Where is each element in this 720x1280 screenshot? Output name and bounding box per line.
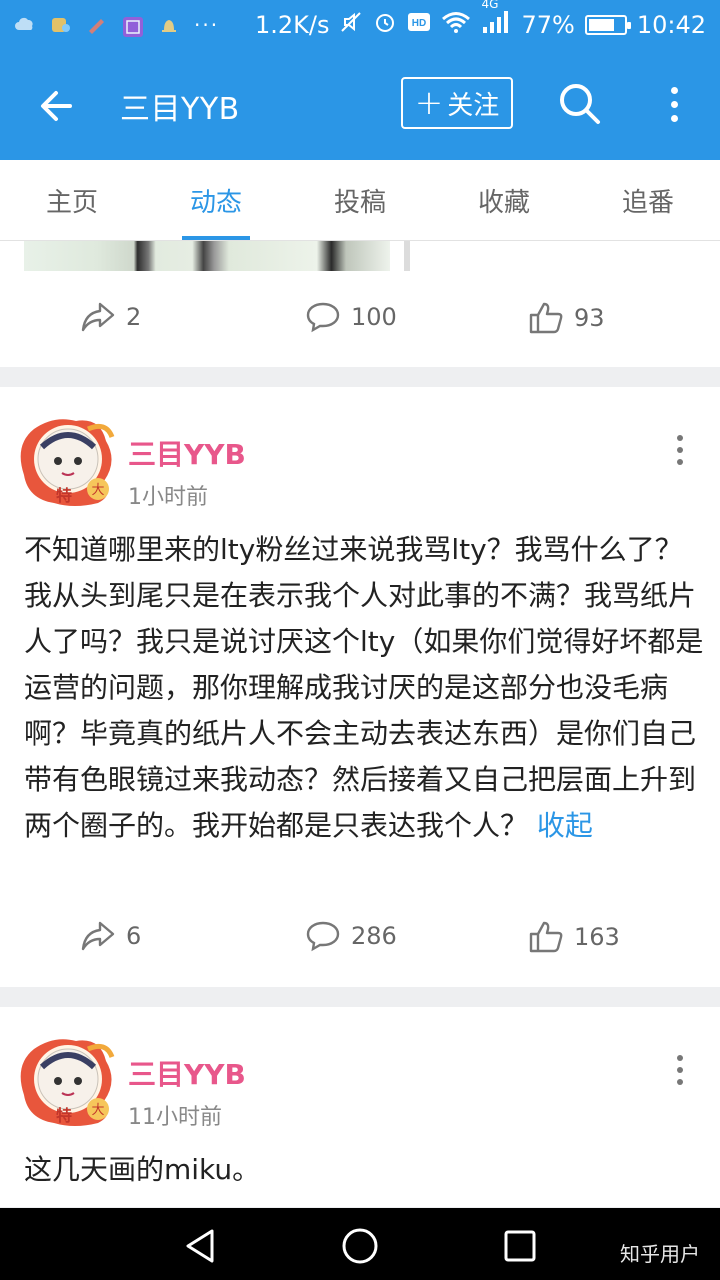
post-more-button[interactable] [668,1053,692,1087]
dot [677,435,683,441]
post-body: 这几天画的miku。 [24,1147,704,1193]
network-type: 4G [481,0,499,11]
svg-text:大: 大 [91,1103,104,1118]
more-dots-icon: ··· [194,13,220,37]
comment-count: 100 [351,303,397,331]
post-more-button[interactable] [668,433,692,467]
thumbs-up-icon [529,302,563,334]
author-name[interactable]: 三目YYB [128,433,246,473]
svg-text:大: 大 [91,483,104,498]
cloud-icon [14,16,36,34]
arrow-left-icon [41,91,72,121]
post-time: 1小时前 [128,485,208,510]
post-text: 不知道哪里来的lty粉丝过来说我骂lty？我骂什么了？我从头到尾只是在表示我个人… [24,533,704,842]
svg-text:特: 特 [56,1106,72,1125]
dot [677,1067,683,1073]
bell-icon [158,16,180,34]
app-icon [50,16,72,34]
avatar[interactable]: 大 特 [14,1035,122,1127]
share-count: 2 [126,303,142,331]
circle-home-icon [342,1228,378,1264]
share-button[interactable]: 6 [80,920,141,952]
follow-label: 关注 [447,90,500,121]
status-bar: ··· 1.2K/s HD 4G 77% 10:42 [0,0,720,50]
like-count: 163 [574,923,620,951]
share-button[interactable]: 2 [80,301,141,333]
like-count: 93 [574,304,605,332]
tab-submissions[interactable]: 投稿 [288,160,432,240]
battery-level [588,19,615,31]
wifi-icon [441,10,471,40]
follow-button[interactable]: + 关注 [401,77,513,129]
collapse-link[interactable]: 收起 [537,809,593,842]
dot [670,100,678,108]
photo-icon [122,16,144,37]
alarm-icon [373,10,397,40]
avatar[interactable]: 大 特 [14,415,122,507]
post-card: 2 100 93 [0,241,720,367]
hd-icon: HD [407,11,431,39]
nav-home-button[interactable] [340,1226,380,1266]
post-actions: 6 286 163 [0,920,720,960]
app-bar: 三目YYB + 关注 [0,50,720,160]
post-image-thumbnail[interactable] [24,241,390,271]
nav-recents-button[interactable] [500,1226,540,1266]
triangle-back-icon [186,1229,214,1263]
share-icon [81,302,115,332]
dot [670,114,678,122]
post-card: 大 特 三目YYB 1小时前 不知道哪里来的lty粉丝过来说我骂lty？我骂什么… [0,387,720,987]
post-image-edge [404,241,410,271]
search-button[interactable] [556,80,602,126]
post-body: 不知道哪里来的lty粉丝过来说我骂lty？我骂什么了？我从头到尾只是在表示我个人… [24,527,704,849]
battery-icon [584,15,631,35]
dot [677,459,683,465]
svg-text:特: 特 [56,486,72,505]
comment-count: 286 [351,922,397,950]
share-icon [81,921,115,951]
post-card: 大 特 三目YYB 11小时前 这几天画的miku。 [0,1007,720,1207]
dot [677,447,683,453]
tab-dynamics[interactable]: 动态 [144,160,288,240]
svg-text:HD: HD [412,18,426,29]
search-icon [560,84,600,124]
comment-button[interactable]: 100 [305,301,397,333]
like-button[interactable]: 163 [528,920,620,954]
nav-back-button[interactable] [180,1226,220,1266]
page-title: 三目YYB [120,92,240,127]
back-button[interactable] [30,80,82,132]
post-text: 这几天画的miku。 [24,1153,261,1186]
tab-anime-follow[interactable]: 追番 [576,160,720,240]
share-count: 6 [126,922,142,950]
comment-icon [306,921,340,952]
plus-icon: + [414,83,444,123]
signal-icon: 4G [481,0,511,41]
system-nav-bar: 知乎用户 [0,1208,720,1280]
tab-bar: 主页 动态 投稿 收藏 追番 [0,160,720,241]
watermark: 知乎用户 [620,1242,700,1266]
thumbs-up-icon [529,921,563,953]
pen-icon [86,16,108,34]
network-speed: 1.2K/s [254,11,330,39]
dot [677,1079,683,1085]
mute-icon [339,10,363,40]
square-recents-icon [504,1230,536,1262]
comment-button[interactable]: 286 [305,920,397,952]
dot [677,1055,683,1061]
battery-percent: 77% [521,11,575,39]
post-actions: 2 100 93 [0,301,720,341]
like-button[interactable]: 93 [528,301,605,335]
comment-icon [306,302,340,333]
tab-home[interactable]: 主页 [0,160,144,240]
post-time: 11小时前 [128,1105,222,1130]
tab-favorites[interactable]: 收藏 [432,160,576,240]
dot [670,86,678,94]
more-menu-button[interactable] [658,80,690,128]
clock-time: 10:42 [636,11,706,39]
author-name[interactable]: 三目YYB [128,1053,246,1093]
